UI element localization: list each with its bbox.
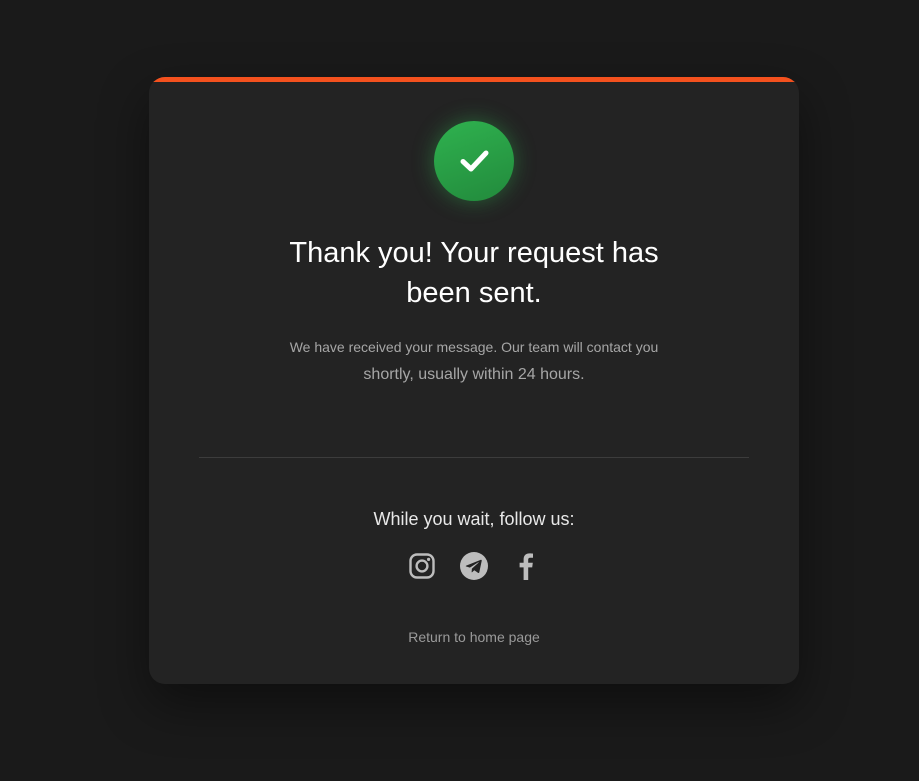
telegram-link[interactable] [459, 551, 489, 581]
instagram-link[interactable] [407, 551, 437, 581]
facebook-icon [519, 553, 533, 580]
facebook-link[interactable] [511, 551, 541, 581]
page-title: Thank you! Your request has been sent. [149, 233, 799, 313]
follow-label: While you wait, follow us: [373, 509, 575, 529]
check-icon [460, 150, 489, 172]
telegram-icon [460, 552, 488, 580]
title-line-2: been sent. [406, 277, 542, 309]
message-line-2: shortly, usually within 24 hours. [363, 366, 585, 383]
success-badge [434, 121, 514, 201]
confirmation-card: Thank you! Your request has been sent. W… [149, 77, 799, 684]
message-line-1: We have received your message. Our team … [289, 339, 659, 355]
social-links [149, 551, 799, 581]
accent-bar [149, 77, 799, 82]
instagram-icon [409, 553, 435, 579]
divider [199, 457, 749, 458]
title-line-1: Thank you! Your request has [289, 237, 659, 269]
confirmation-message: We have received your message. Our team … [149, 337, 799, 387]
return-home-link[interactable]: Return to home page [149, 627, 799, 647]
